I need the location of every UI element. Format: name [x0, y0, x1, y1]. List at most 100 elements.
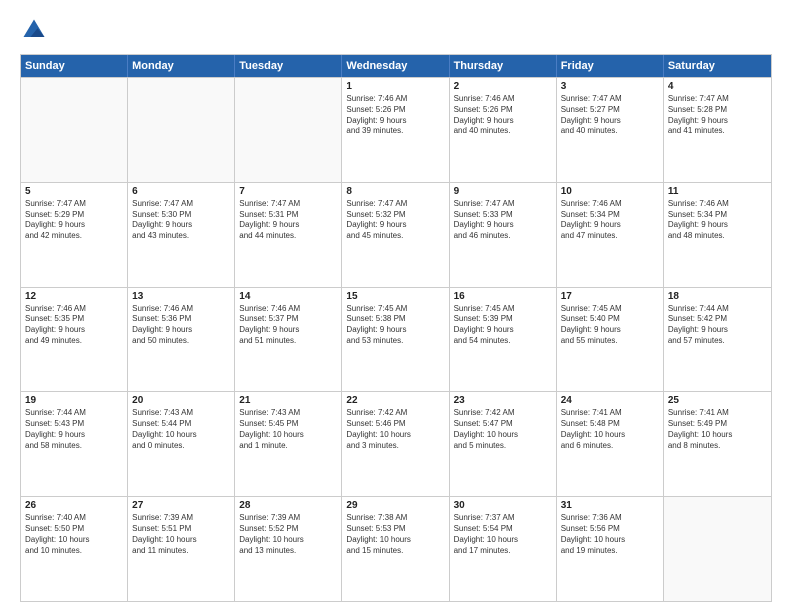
cell-day-number: 24	[561, 395, 659, 406]
calendar-cell: 10 Sunrise: 7:46 AM Sunset: 5:34 PM Dayli…	[557, 183, 664, 287]
cell-day-number: 16	[454, 291, 552, 302]
weekday-header: Monday	[128, 55, 235, 77]
cell-day-number: 21	[239, 395, 337, 406]
calendar-cell: 15 Sunrise: 7:45 AM Sunset: 5:38 PM Dayli…	[342, 288, 449, 392]
calendar-cell: 16 Sunrise: 7:45 AM Sunset: 5:39 PM Dayli…	[450, 288, 557, 392]
cell-info: Sunrise: 7:46 AM Sunset: 5:36 PM Dayligh…	[132, 304, 230, 347]
cell-day-number: 14	[239, 291, 337, 302]
weekday-header: Wednesday	[342, 55, 449, 77]
cell-info: Sunrise: 7:45 AM Sunset: 5:40 PM Dayligh…	[561, 304, 659, 347]
cell-day-number: 31	[561, 500, 659, 511]
calendar-cell: 26Sunrise: 7:40 AM Sunset: 5:50 PM Dayli…	[21, 497, 128, 601]
cell-day-number: 19	[25, 395, 123, 406]
cell-day-number: 23	[454, 395, 552, 406]
cell-info: Sunrise: 7:47 AM Sunset: 5:30 PM Dayligh…	[132, 199, 230, 242]
calendar-row: 1 Sunrise: 7:46 AM Sunset: 5:26 PM Daylig…	[21, 77, 771, 182]
calendar-cell: 11 Sunrise: 7:46 AM Sunset: 5:34 PM Dayli…	[664, 183, 771, 287]
cell-day-number: 27	[132, 500, 230, 511]
cell-info: Sunrise: 7:43 AM Sunset: 5:45 PM Dayligh…	[239, 408, 337, 451]
cell-info: Sunrise: 7:43 AM Sunset: 5:44 PM Dayligh…	[132, 408, 230, 451]
calendar-cell: 25Sunrise: 7:41 AM Sunset: 5:49 PM Dayli…	[664, 392, 771, 496]
header	[20, 16, 772, 44]
cell-info: Sunrise: 7:41 AM Sunset: 5:48 PM Dayligh…	[561, 408, 659, 451]
cell-info: Sunrise: 7:41 AM Sunset: 5:49 PM Dayligh…	[668, 408, 767, 451]
cell-info: Sunrise: 7:45 AM Sunset: 5:38 PM Dayligh…	[346, 304, 444, 347]
cell-day-number: 1	[346, 81, 444, 92]
cell-info: Sunrise: 7:37 AM Sunset: 5:54 PM Dayligh…	[454, 513, 552, 556]
calendar: SundayMondayTuesdayWednesdayThursdayFrid…	[20, 54, 772, 602]
cell-day-number: 10	[561, 186, 659, 197]
cell-info: Sunrise: 7:47 AM Sunset: 5:27 PM Dayligh…	[561, 94, 659, 137]
calendar-cell: 14Sunrise: 7:46 AM Sunset: 5:37 PM Dayli…	[235, 288, 342, 392]
calendar-cell	[128, 78, 235, 182]
calendar-header: SundayMondayTuesdayWednesdayThursdayFrid…	[21, 55, 771, 77]
calendar-cell: 27 Sunrise: 7:39 AM Sunset: 5:51 PM Dayli…	[128, 497, 235, 601]
cell-info: Sunrise: 7:36 AM Sunset: 5:56 PM Dayligh…	[561, 513, 659, 556]
calendar-cell: 24 Sunrise: 7:41 AM Sunset: 5:48 PM Dayli…	[557, 392, 664, 496]
cell-info: Sunrise: 7:44 AM Sunset: 5:43 PM Dayligh…	[25, 408, 123, 451]
cell-day-number: 17	[561, 291, 659, 302]
cell-day-number: 5	[25, 186, 123, 197]
calendar-cell	[21, 78, 128, 182]
logo	[20, 16, 52, 44]
calendar-cell: 2 Sunrise: 7:46 AM Sunset: 5:26 PM Daylig…	[450, 78, 557, 182]
cell-info: Sunrise: 7:47 AM Sunset: 5:32 PM Dayligh…	[346, 199, 444, 242]
weekday-header: Saturday	[664, 55, 771, 77]
calendar-cell: 4 Sunrise: 7:47 AM Sunset: 5:28 PM Daylig…	[664, 78, 771, 182]
cell-info: Sunrise: 7:47 AM Sunset: 5:28 PM Dayligh…	[668, 94, 767, 137]
calendar-cell: 19 Sunrise: 7:44 AM Sunset: 5:43 PM Dayli…	[21, 392, 128, 496]
calendar-row: 19 Sunrise: 7:44 AM Sunset: 5:43 PM Dayli…	[21, 391, 771, 496]
page: SundayMondayTuesdayWednesdayThursdayFrid…	[0, 0, 792, 612]
cell-day-number: 29	[346, 500, 444, 511]
cell-day-number: 20	[132, 395, 230, 406]
calendar-cell: 13 Sunrise: 7:46 AM Sunset: 5:36 PM Dayli…	[128, 288, 235, 392]
calendar-cell: 29 Sunrise: 7:38 AM Sunset: 5:53 PM Dayli…	[342, 497, 449, 601]
cell-info: Sunrise: 7:46 AM Sunset: 5:34 PM Dayligh…	[561, 199, 659, 242]
cell-day-number: 11	[668, 186, 767, 197]
cell-day-number: 28	[239, 500, 337, 511]
cell-day-number: 13	[132, 291, 230, 302]
cell-day-number: 18	[668, 291, 767, 302]
calendar-cell: 7 Sunrise: 7:47 AM Sunset: 5:31 PM Daylig…	[235, 183, 342, 287]
calendar-cell: 5 Sunrise: 7:47 AM Sunset: 5:29 PM Daylig…	[21, 183, 128, 287]
cell-day-number: 6	[132, 186, 230, 197]
cell-info: Sunrise: 7:46 AM Sunset: 5:26 PM Dayligh…	[346, 94, 444, 137]
cell-info: Sunrise: 7:47 AM Sunset: 5:31 PM Dayligh…	[239, 199, 337, 242]
calendar-cell: 17 Sunrise: 7:45 AM Sunset: 5:40 PM Dayli…	[557, 288, 664, 392]
calendar-cell: 22Sunrise: 7:42 AM Sunset: 5:46 PM Dayli…	[342, 392, 449, 496]
cell-day-number: 4	[668, 81, 767, 92]
cell-info: Sunrise: 7:38 AM Sunset: 5:53 PM Dayligh…	[346, 513, 444, 556]
calendar-row: 12 Sunrise: 7:46 AM Sunset: 5:35 PM Dayli…	[21, 287, 771, 392]
calendar-cell: 3Sunrise: 7:47 AM Sunset: 5:27 PM Daylig…	[557, 78, 664, 182]
calendar-body: 1 Sunrise: 7:46 AM Sunset: 5:26 PM Daylig…	[21, 77, 771, 601]
cell-day-number: 30	[454, 500, 552, 511]
weekday-header: Tuesday	[235, 55, 342, 77]
cell-info: Sunrise: 7:39 AM Sunset: 5:51 PM Dayligh…	[132, 513, 230, 556]
weekday-header: Sunday	[21, 55, 128, 77]
logo-icon	[20, 16, 48, 44]
calendar-cell: 30 Sunrise: 7:37 AM Sunset: 5:54 PM Dayli…	[450, 497, 557, 601]
cell-day-number: 12	[25, 291, 123, 302]
cell-info: Sunrise: 7:47 AM Sunset: 5:29 PM Dayligh…	[25, 199, 123, 242]
cell-day-number: 7	[239, 186, 337, 197]
cell-info: Sunrise: 7:47 AM Sunset: 5:33 PM Dayligh…	[454, 199, 552, 242]
calendar-cell: 23 Sunrise: 7:42 AM Sunset: 5:47 PM Dayli…	[450, 392, 557, 496]
cell-info: Sunrise: 7:42 AM Sunset: 5:47 PM Dayligh…	[454, 408, 552, 451]
weekday-header: Friday	[557, 55, 664, 77]
calendar-cell: 6 Sunrise: 7:47 AM Sunset: 5:30 PM Daylig…	[128, 183, 235, 287]
cell-day-number: 8	[346, 186, 444, 197]
cell-info: Sunrise: 7:46 AM Sunset: 5:34 PM Dayligh…	[668, 199, 767, 242]
calendar-cell: 1 Sunrise: 7:46 AM Sunset: 5:26 PM Daylig…	[342, 78, 449, 182]
cell-info: Sunrise: 7:45 AM Sunset: 5:39 PM Dayligh…	[454, 304, 552, 347]
cell-day-number: 15	[346, 291, 444, 302]
cell-info: Sunrise: 7:46 AM Sunset: 5:35 PM Dayligh…	[25, 304, 123, 347]
calendar-cell: 9Sunrise: 7:47 AM Sunset: 5:33 PM Daylig…	[450, 183, 557, 287]
cell-info: Sunrise: 7:40 AM Sunset: 5:50 PM Dayligh…	[25, 513, 123, 556]
cell-day-number: 2	[454, 81, 552, 92]
calendar-row: 26Sunrise: 7:40 AM Sunset: 5:50 PM Dayli…	[21, 496, 771, 601]
cell-info: Sunrise: 7:46 AM Sunset: 5:26 PM Dayligh…	[454, 94, 552, 137]
cell-info: Sunrise: 7:39 AM Sunset: 5:52 PM Dayligh…	[239, 513, 337, 556]
calendar-cell: 31 Sunrise: 7:36 AM Sunset: 5:56 PM Dayli…	[557, 497, 664, 601]
weekday-header: Thursday	[450, 55, 557, 77]
calendar-cell: 8 Sunrise: 7:47 AM Sunset: 5:32 PM Daylig…	[342, 183, 449, 287]
